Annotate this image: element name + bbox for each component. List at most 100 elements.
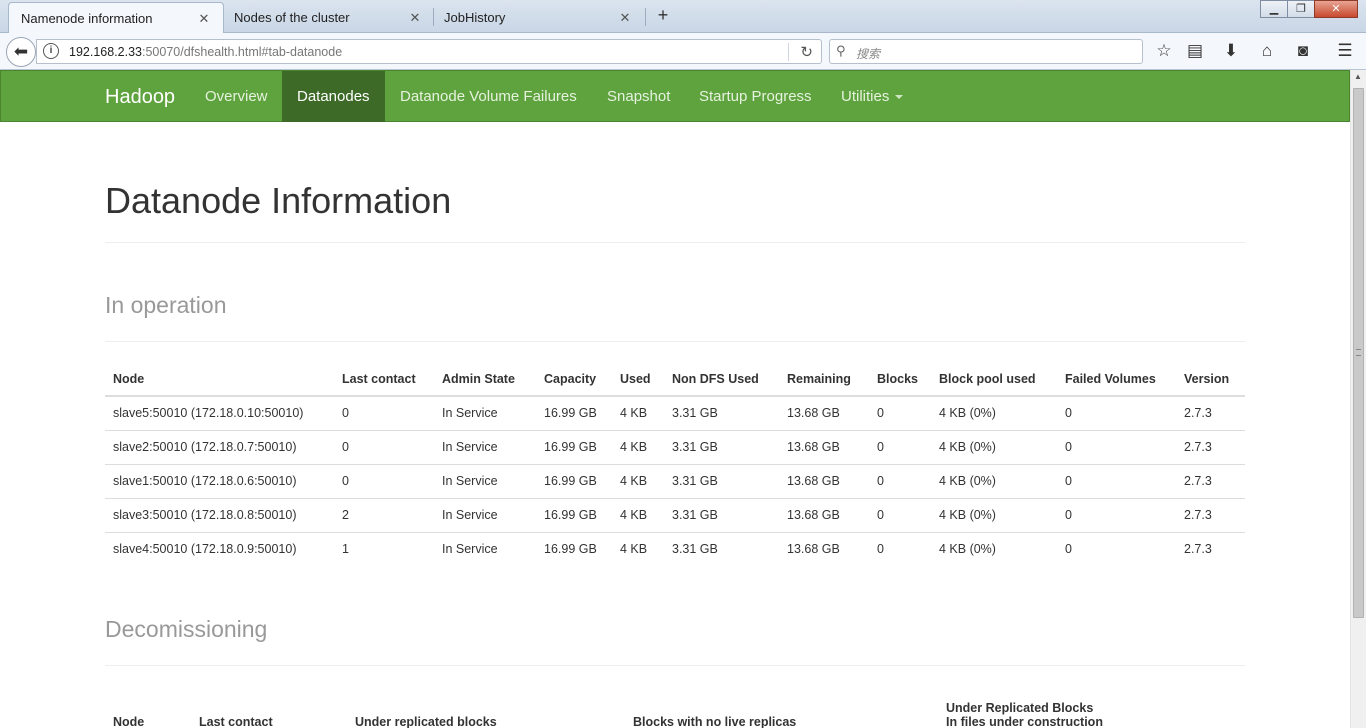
cell-non-dfs-used: 3.31 GB [664, 531, 779, 566]
column-header[interactable]: Remaining [779, 362, 869, 397]
cell-capacity: 16.99 GB [536, 463, 612, 498]
cell-node: slave4:50010 (172.18.0.9:50010) [105, 531, 334, 566]
nav-item-volume-failures[interactable]: Datanode Volume Failures [385, 71, 592, 122]
minimize-icon[interactable]: ▁ [1260, 0, 1288, 18]
info-icon[interactable]: i [43, 43, 59, 59]
divider [105, 341, 1245, 342]
cell-block-pool-used: 4 KB (0%) [931, 497, 1057, 532]
url-text[interactable]: 192.168.2.33:50070/dfshealth.html#tab-da… [69, 45, 342, 59]
tab-label: JobHistory [444, 10, 506, 25]
new-tab-plus-icon[interactable]: + [654, 5, 672, 26]
cell-version: 2.7.3 [1176, 429, 1245, 464]
brand-logo[interactable]: Hadoop [105, 86, 175, 109]
cell-admin-state: In Service [434, 429, 536, 464]
cell-used: 4 KB [612, 497, 664, 532]
cell-non-dfs-used: 3.31 GB [664, 429, 779, 464]
column-header[interactable]: Version [1176, 362, 1245, 397]
pocket-icon[interactable]: ◙ [1292, 40, 1314, 62]
cell-failed-volumes: 0 [1057, 429, 1176, 464]
column-header[interactable]: Failed Volumes [1057, 362, 1176, 397]
window-close-icon[interactable]: ✕ [1314, 0, 1358, 18]
column-header[interactable]: Last contact [191, 690, 347, 728]
caret-down-icon [895, 95, 904, 100]
cell-blocks: 0 [869, 395, 931, 430]
back-arrow-icon[interactable]: ⬅ [6, 37, 36, 67]
column-header[interactable]: Used [612, 362, 664, 397]
reading-list-icon[interactable]: ▤ [1184, 40, 1206, 62]
search-input[interactable]: ⚲ 搜索 [829, 39, 1143, 64]
window-controls: ▁ ❐ ✕ [1260, 0, 1358, 18]
column-header[interactable]: Admin State [434, 362, 536, 397]
cell-non-dfs-used: 3.31 GB [664, 463, 779, 498]
cell-last-contact: 0 [334, 463, 434, 498]
reload-icon[interactable]: ↻ [800, 43, 813, 61]
page-viewport: Hadoop Overview Datanodes Datanode Volum… [0, 70, 1350, 728]
close-icon[interactable]: ✕ [618, 10, 632, 26]
table-header-row: Node Last contact Under replicated block… [105, 690, 1245, 728]
cell-used: 4 KB [612, 463, 664, 498]
table-row: slave5:50010 (172.18.0.10:50010) 0 In Se… [105, 395, 1245, 430]
cell-blocks: 0 [869, 429, 931, 464]
column-header[interactable]: Non DFS Used [664, 362, 779, 397]
section-heading-decommissioning: Decomissioning [105, 616, 268, 642]
cell-failed-volumes: 0 [1057, 531, 1176, 566]
column-header[interactable]: Node [105, 690, 191, 728]
browser-tab-jobhistory[interactable]: JobHistory ✕ [432, 2, 644, 33]
cell-admin-state: In Service [434, 395, 536, 430]
column-header[interactable]: Block pool used [931, 362, 1057, 397]
cell-capacity: 16.99 GB [536, 497, 612, 532]
column-header[interactable]: Capacity [536, 362, 612, 397]
column-header[interactable]: Under Replicated Blocks In files under co… [938, 690, 1245, 728]
cell-failed-volumes: 0 [1057, 395, 1176, 430]
cell-node: slave2:50010 (172.18.0.7:50010) [105, 429, 334, 464]
cell-last-contact: 0 [334, 429, 434, 464]
nav-item-utilities[interactable]: Utilities [826, 71, 918, 122]
search-placeholder: 搜索 [856, 47, 881, 61]
nav-utilities-label: Utilities [841, 88, 890, 105]
restore-icon[interactable]: ❐ [1287, 0, 1315, 18]
nav-item-datanodes[interactable]: Datanodes [282, 71, 385, 122]
cell-admin-state: In Service [434, 463, 536, 498]
nav-item-snapshot[interactable]: Snapshot [592, 71, 685, 122]
close-icon[interactable]: ✕ [197, 11, 211, 27]
scroll-up-arrow-icon[interactable]: ▲ [1354, 72, 1362, 81]
cell-used: 4 KB [612, 429, 664, 464]
scrollbar-thumb[interactable] [1353, 88, 1364, 618]
close-icon[interactable]: ✕ [408, 10, 422, 26]
bookmark-star-icon[interactable]: ☆ [1153, 40, 1175, 62]
cell-non-dfs-used: 3.31 GB [664, 395, 779, 430]
download-arrow-icon[interactable]: ⬇ [1220, 40, 1242, 62]
cell-failed-volumes: 0 [1057, 463, 1176, 498]
cell-last-contact: 2 [334, 497, 434, 532]
column-header[interactable]: Blocks with no live replicas [625, 690, 938, 728]
hadoop-navbar: Hadoop Overview Datanodes Datanode Volum… [0, 70, 1350, 122]
cell-capacity: 16.99 GB [536, 429, 612, 464]
header-line: In files under construction [946, 715, 1103, 728]
column-header[interactable]: Blocks [869, 362, 931, 397]
column-header[interactable]: Last contact [334, 362, 434, 397]
table-row: slave2:50010 (172.18.0.7:50010) 0 In Ser… [105, 429, 1245, 464]
column-header[interactable]: Node [105, 362, 334, 397]
cell-remaining: 13.68 GB [779, 531, 869, 566]
url-bar[interactable]: i 192.168.2.33:50070/dfshealth.html#tab-… [36, 39, 822, 64]
browser-tab-namenode[interactable]: Namenode information ✕ [8, 2, 224, 34]
header-line: Under Replicated Blocks [946, 701, 1094, 715]
cell-blocks: 0 [869, 531, 931, 566]
browser-tab-nodes[interactable]: Nodes of the cluster ✕ [222, 2, 434, 33]
menu-hamburger-icon[interactable]: ☰ [1334, 40, 1356, 62]
nav-item-startup-progress[interactable]: Startup Progress [684, 71, 827, 122]
home-icon[interactable]: ⌂ [1256, 40, 1278, 62]
cell-node: slave5:50010 (172.18.0.10:50010) [105, 395, 334, 430]
nav-item-overview[interactable]: Overview [190, 71, 283, 122]
table-header-row: Node Last contact Admin State Capacity U… [105, 362, 1245, 397]
tab-label: Nodes of the cluster [234, 10, 350, 25]
vertical-scrollbar[interactable]: ▲ [1350, 70, 1366, 728]
cell-version: 2.7.3 [1176, 531, 1245, 566]
column-header[interactable]: Under replicated blocks [347, 690, 625, 728]
cell-used: 4 KB [612, 531, 664, 566]
cell-remaining: 13.68 GB [779, 429, 869, 464]
cell-capacity: 16.99 GB [536, 531, 612, 566]
tab-label: Namenode information [21, 11, 153, 26]
cell-block-pool-used: 4 KB (0%) [931, 531, 1057, 566]
table-row: slave1:50010 (172.18.0.6:50010) 0 In Ser… [105, 463, 1245, 498]
